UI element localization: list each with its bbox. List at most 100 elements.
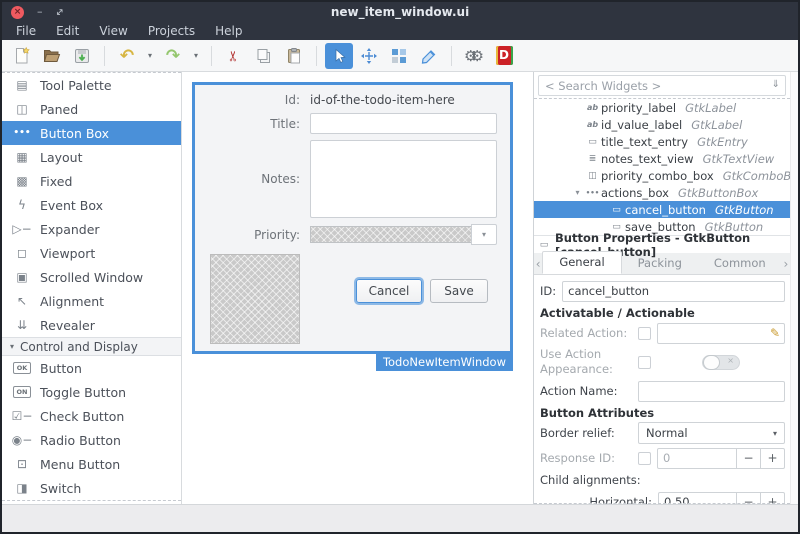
selector-arrow-icon (329, 46, 349, 66)
tabs-scroll-left-icon[interactable]: ‹ (534, 257, 542, 271)
palette-item[interactable]: ⇊ Revealer (2, 313, 181, 337)
widget-class-icon: ▷− (10, 222, 34, 236)
widget-class-icon: ϟ (10, 198, 34, 212)
designed-window-frame[interactable]: Id: id-of-the-todo-item-here Title: Note… (192, 82, 513, 354)
tree-row[interactable]: ◫ priority_combo_box GtkComboBox (534, 167, 790, 184)
open-project-button[interactable] (38, 43, 66, 69)
decrement-button[interactable]: − (736, 448, 761, 469)
button-attributes-section-header: Button Attributes (540, 404, 785, 421)
palette-item-label: Switch (40, 481, 81, 496)
widget-search: ⇓ (534, 72, 790, 98)
tree-row[interactable]: ▾ ••• actions_box GtkButtonBox (534, 184, 790, 201)
margin-edit-tool-button[interactable] (385, 43, 413, 69)
palette-item[interactable]: ▩ Fixed (2, 169, 181, 193)
save-button[interactable]: Save (430, 279, 488, 303)
id-value-label[interactable]: id-of-the-todo-item-here (310, 93, 455, 107)
response-id-input[interactable] (657, 448, 737, 469)
combo-placeholder-area[interactable] (310, 226, 472, 243)
design-canvas[interactable]: Id: id-of-the-todo-item-here Title: Note… (182, 72, 533, 504)
related-action-checkbox[interactable] (638, 327, 651, 340)
palette-item[interactable]: ••• Button Box (2, 121, 181, 145)
expander-icon[interactable]: ▾ (571, 188, 584, 197)
palette-item[interactable]: ▤ Tool Palette (2, 73, 181, 97)
palette-item[interactable]: ☑− Check Button (2, 404, 181, 428)
combo-dropdown-button[interactable]: ▾ (471, 224, 497, 245)
menu-item[interactable]: File (6, 24, 46, 38)
priority-combo-box[interactable]: ▾ (310, 224, 497, 245)
palette-item-label: Viewport (40, 246, 95, 261)
menu-item[interactable]: Edit (46, 24, 89, 38)
chevron-down-icon: ▾ (773, 429, 777, 438)
palette-section-control-display[interactable]: ▾ Control and Display (2, 337, 181, 356)
notes-text-view[interactable] (310, 140, 497, 218)
widget-class-icon: ▦ (10, 150, 34, 164)
palette-item[interactable]: ▣ Scrolled Window (2, 265, 181, 289)
tree-row[interactable]: ▭ cancel_button GtkButton (534, 201, 790, 218)
menu-item[interactable]: Help (205, 24, 252, 38)
palette-item[interactable]: ◫ Paned (2, 97, 181, 121)
properties-tab[interactable]: Common (698, 253, 782, 274)
drag-resize-tool-button[interactable] (355, 43, 383, 69)
window-tag[interactable]: TodoNewItemWindow (376, 354, 513, 371)
child-alignments-row: Child alignments: (540, 471, 785, 489)
widget-class-label: GtkEntry (697, 135, 748, 149)
redo-menu-caret[interactable]: ▾ (189, 43, 203, 69)
selector-tool-button[interactable] (325, 43, 353, 69)
widget-class-icon: ▤ (10, 78, 34, 92)
section-caret-icon: ▾ (10, 342, 14, 351)
use-action-appearance-checkbox[interactable] (638, 356, 651, 369)
menu-item[interactable]: View (89, 24, 137, 38)
id-label: Id: (208, 93, 300, 107)
new-project-button[interactable] (8, 43, 36, 69)
palette-item[interactable]: ◉− Radio Button (2, 428, 181, 452)
properties-tab[interactable]: General (542, 251, 621, 274)
align-edit-tool-button[interactable] (415, 43, 443, 69)
menu-item[interactable]: Projects (138, 24, 205, 38)
tree-row[interactable]: ▭ title_text_entry GtkEntry (534, 133, 790, 150)
tree-row[interactable]: ab priority_label GtkLabel (534, 99, 790, 116)
margin-edit-icon (390, 47, 408, 65)
border-relief-select[interactable]: Normal ▾ (638, 422, 785, 444)
action-name-input[interactable] (638, 381, 785, 402)
widget-class-icon: ▩ (10, 174, 34, 188)
search-widgets-input[interactable] (538, 75, 786, 96)
title-text-entry[interactable] (310, 113, 497, 134)
empty-placeholder-area[interactable] (210, 254, 300, 344)
palette-item[interactable]: ◻ Viewport (2, 241, 181, 265)
save-button[interactable] (68, 43, 96, 69)
devhelp-button[interactable]: D (490, 43, 518, 69)
undo-button[interactable]: ↶ (113, 43, 141, 69)
tabs-scroll-right-icon[interactable]: › (782, 257, 790, 271)
id-property-input[interactable] (562, 281, 785, 302)
palette-item-label: Event Box (40, 198, 103, 213)
properties-tab[interactable]: Packing (622, 253, 698, 274)
toggle-switch[interactable]: × (702, 355, 740, 370)
palette-item[interactable]: OK Button (2, 356, 181, 380)
tree-row[interactable]: ab id_value_label GtkLabel (534, 116, 790, 133)
border-relief-value: Normal (646, 426, 773, 440)
palette-item[interactable]: ON Toggle Button (2, 380, 181, 404)
palette-item[interactable]: ⊡ Menu Button (2, 452, 181, 476)
palette-item[interactable]: ▷− Expander (2, 217, 181, 241)
palette-item[interactable]: ▦ Layout (2, 145, 181, 169)
redo-button[interactable]: ↷ (159, 43, 187, 69)
undo-menu-caret[interactable]: ▾ (143, 43, 157, 69)
scroll-cue (2, 500, 181, 501)
tree-row[interactable]: ≣ notes_text_view GtkTextView (534, 150, 790, 167)
copy-button[interactable] (250, 43, 278, 69)
scrollbar[interactable] (790, 72, 798, 504)
response-id-checkbox[interactable] (638, 452, 651, 465)
palette-section-label: Control and Display (20, 340, 138, 354)
copy-icon (254, 46, 274, 66)
preferences-button[interactable]: ⚙⚙ (460, 43, 488, 69)
palette-item[interactable]: ◨ Switch (2, 476, 181, 500)
related-action-input[interactable] (657, 323, 785, 344)
palette-item[interactable]: ϟ Event Box (2, 193, 181, 217)
search-dropdown-icon[interactable]: ⇓ (772, 79, 780, 90)
paste-button[interactable] (280, 43, 308, 69)
increment-button[interactable]: + (760, 448, 785, 469)
palette-item[interactable]: ↖ Alignment (2, 289, 181, 313)
cut-button[interactable]: ✂ (220, 43, 248, 69)
edit-pencil-icon[interactable]: ✎ (770, 326, 780, 340)
cancel-button[interactable]: Cancel (356, 279, 422, 303)
